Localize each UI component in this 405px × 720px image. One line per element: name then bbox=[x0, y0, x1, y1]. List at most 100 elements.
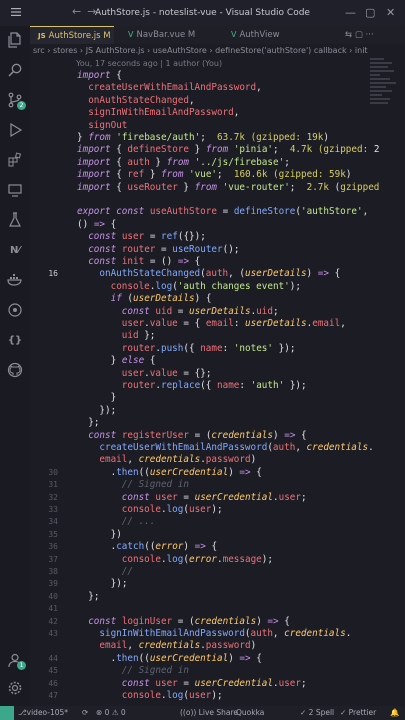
code-text[interactable]: // ... bbox=[77, 516, 156, 528]
docker-icon[interactable] bbox=[5, 270, 25, 290]
json-icon[interactable]: {} bbox=[5, 330, 25, 350]
code-line[interactable]: } else { bbox=[30, 355, 405, 367]
run-debug-icon[interactable] bbox=[5, 120, 25, 140]
explorer-icon[interactable] bbox=[5, 30, 25, 50]
branch-indicator[interactable]: ⎇ video-105* bbox=[18, 706, 68, 720]
code-text[interactable]: }); bbox=[77, 578, 128, 590]
code-text[interactable]: const registerUser = (credentials) => { bbox=[77, 430, 306, 442]
problems-indicator[interactable]: ⊗ 0 ⚠ 0 bbox=[96, 706, 126, 720]
code-text[interactable]: const router = useRouter(); bbox=[77, 244, 239, 256]
line-number[interactable]: 46 bbox=[30, 678, 58, 690]
search-icon[interactable] bbox=[5, 60, 25, 80]
code-line[interactable]: const registerUser = (credentials) => { bbox=[30, 430, 405, 442]
code-line[interactable]: createUserWithEmailAndPassword(auth, cre… bbox=[30, 442, 405, 454]
code-line[interactable]: 41 bbox=[30, 603, 405, 615]
bell-icon[interactable]: 🔔 bbox=[390, 706, 399, 720]
remote-explorer-icon[interactable] bbox=[5, 180, 25, 200]
code-text[interactable]: email, credentials.password) bbox=[77, 454, 256, 466]
code-line[interactable]: user.value = { email: userDetails.email, bbox=[30, 318, 405, 330]
line-number[interactable]: 41 bbox=[30, 603, 58, 615]
code-line[interactable]: }); bbox=[30, 405, 405, 417]
code-text[interactable]: const uid = userDetails.uid; bbox=[77, 306, 279, 318]
code-text[interactable]: }; bbox=[77, 591, 99, 603]
code-text[interactable]: .catch((error) => { bbox=[77, 541, 217, 553]
line-number[interactable]: 32 bbox=[30, 492, 58, 504]
code-text[interactable]: const user = userCredential.user; bbox=[77, 678, 307, 690]
code-line[interactable]: 36 .catch((error) => { bbox=[30, 541, 405, 553]
line-number[interactable]: 33 bbox=[30, 504, 58, 516]
code-text[interactable]: export const useAuthStore = defineStore(… bbox=[77, 206, 368, 218]
code-line[interactable]: 38 // bbox=[30, 566, 405, 578]
code-text[interactable]: // Signed in bbox=[77, 479, 189, 491]
code-line[interactable]: 40 }; bbox=[30, 591, 405, 603]
code-text[interactable]: // Signed in bbox=[77, 665, 189, 677]
spell-indicator[interactable]: ✓ 2 Spell bbox=[300, 706, 334, 720]
code-line[interactable]: import { ref } from 'vue'; 160.6k (gzipp… bbox=[30, 169, 405, 181]
code-line[interactable]: 32 const user = userCredential.user; bbox=[30, 492, 405, 504]
line-number[interactable]: 45 bbox=[30, 665, 58, 677]
line-number[interactable]: 37 bbox=[30, 554, 58, 566]
code-text[interactable]: email, credentials.password) bbox=[77, 640, 256, 652]
code-text[interactable]: user.value = {}; bbox=[77, 368, 212, 380]
code-text[interactable]: // bbox=[77, 566, 133, 578]
code-text[interactable]: onAuthStateChanged(auth, (userDetails) =… bbox=[77, 268, 340, 280]
line-number[interactable]: 30 bbox=[30, 467, 58, 479]
code-line[interactable]: email, credentials.password) bbox=[30, 640, 405, 652]
code-text[interactable]: }) bbox=[77, 529, 122, 541]
code-text[interactable]: console.log('auth changes event'); bbox=[77, 281, 301, 293]
code-line[interactable]: signOut bbox=[30, 120, 405, 132]
sync-icon[interactable]: ⟳ bbox=[82, 706, 88, 720]
code-text[interactable]: () => { bbox=[77, 219, 116, 231]
line-number[interactable]: 44 bbox=[30, 653, 58, 665]
code-line[interactable]: } from 'firebase/auth'; 63.7k (gzipped: … bbox=[30, 132, 405, 144]
prettier-indicator[interactable]: ✓ Prettier bbox=[340, 706, 376, 720]
code-text[interactable]: signOut bbox=[77, 120, 127, 132]
code-line[interactable]: user.value = {}; bbox=[30, 368, 405, 380]
code-line[interactable]: import { bbox=[30, 70, 405, 82]
code-text[interactable]: onAuthStateChanged, bbox=[77, 95, 194, 107]
code-line[interactable]: 31 // Signed in bbox=[30, 479, 405, 491]
line-number[interactable]: 39 bbox=[30, 578, 58, 590]
line-number[interactable]: 43 bbox=[30, 628, 58, 640]
code-line[interactable]: 39 }); bbox=[30, 578, 405, 590]
code-text[interactable]: router.replace({ name: 'auth' }); bbox=[77, 380, 307, 392]
line-number[interactable]: 16 bbox=[30, 268, 58, 280]
code-editor[interactable]: import { createUserWithEmailAndPassword,… bbox=[30, 70, 405, 706]
tab-authview[interactable]: V AuthView bbox=[223, 26, 291, 44]
code-text[interactable]: const user = ref({}); bbox=[77, 231, 206, 243]
code-text[interactable]: const user = userCredential.user; bbox=[77, 492, 307, 504]
code-line[interactable]: 34 // ... bbox=[30, 516, 405, 528]
testing-icon[interactable] bbox=[5, 210, 25, 230]
line-number[interactable]: 36 bbox=[30, 541, 58, 553]
code-line[interactable]: 35 }) bbox=[30, 529, 405, 541]
code-text[interactable]: signInWithEmailAndPassword, bbox=[77, 107, 239, 119]
code-text[interactable]: signInWithEmailAndPassword(auth, credent… bbox=[77, 628, 351, 640]
line-number[interactable]: 31 bbox=[30, 479, 58, 491]
breadcrumb-item[interactable]: defineStore('authStore') callback bbox=[215, 46, 346, 55]
code-line[interactable]: const uid = userDetails.uid; bbox=[30, 306, 405, 318]
code-line[interactable]: 37 console.log(error.message); bbox=[30, 554, 405, 566]
code-line[interactable]: 47 console.log(user); bbox=[30, 690, 405, 702]
code-text[interactable]: const init = () => { bbox=[77, 256, 200, 268]
code-line[interactable]: 33 console.log(user); bbox=[30, 504, 405, 516]
code-text[interactable]: user.value = { email: userDetails.email, bbox=[77, 318, 346, 330]
code-line[interactable]: const router = useRouter(); bbox=[30, 244, 405, 256]
line-number[interactable]: 38 bbox=[30, 566, 58, 578]
tab-authstore[interactable]: JS AuthStore.js M bbox=[30, 26, 114, 44]
breadcrumb-item[interactable]: JS AuthStore.js bbox=[86, 46, 145, 55]
code-line[interactable]: signInWithEmailAndPassword, bbox=[30, 107, 405, 119]
code-line[interactable]: import { auth } from '../js/firebase'; bbox=[30, 157, 405, 169]
code-text[interactable]: import { defineStore } from 'pinia'; 4.7… bbox=[77, 144, 379, 156]
code-text[interactable]: import { useRouter } from 'vue-router'; … bbox=[77, 182, 379, 194]
code-line[interactable]: 44 .then((userCredential) => { bbox=[30, 653, 405, 665]
code-line[interactable]: 16 onAuthStateChanged(auth, (userDetails… bbox=[30, 268, 405, 280]
code-line[interactable]: const init = () => { bbox=[30, 256, 405, 268]
code-line[interactable]: console.log('auth changes event'); bbox=[30, 281, 405, 293]
code-text[interactable]: } from 'firebase/auth'; 63.7k (gzipped: … bbox=[77, 132, 329, 144]
code-text[interactable]: console.log(user); bbox=[77, 504, 223, 516]
settings-icon[interactable] bbox=[5, 678, 25, 698]
code-text[interactable]: console.log(user); bbox=[77, 690, 223, 702]
code-line[interactable]: email, credentials.password) bbox=[30, 454, 405, 466]
nx-console-icon[interactable]: N⁄ bbox=[5, 240, 25, 260]
code-text[interactable]: uid }; bbox=[77, 330, 156, 342]
